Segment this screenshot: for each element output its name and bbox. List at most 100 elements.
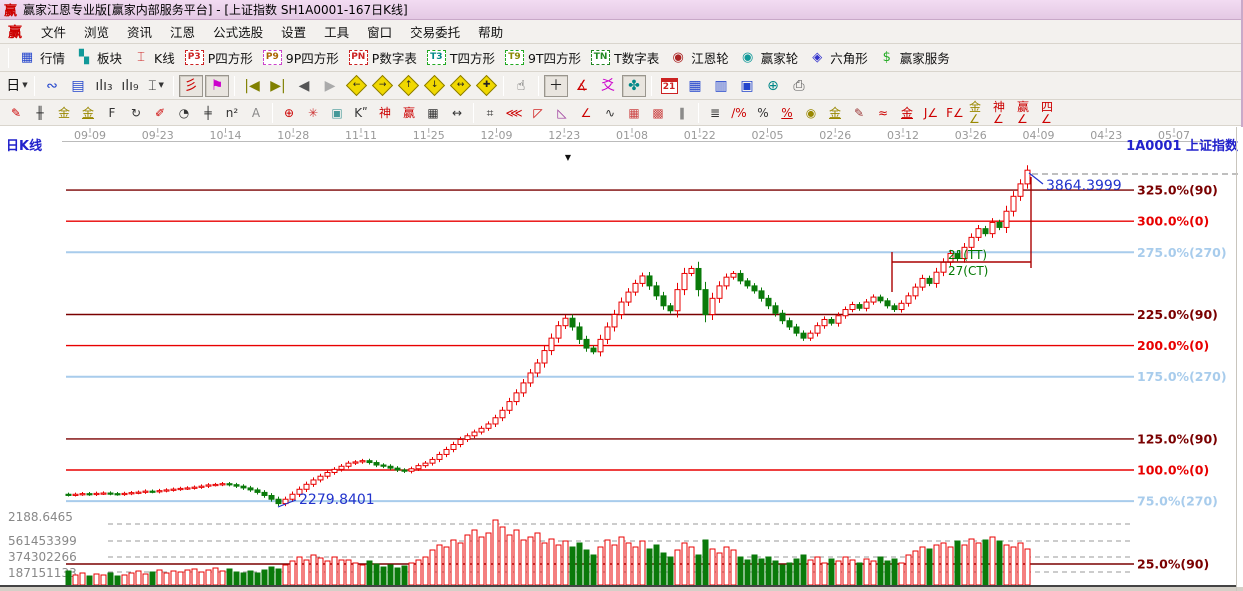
percent-plain-icon[interactable]: % — [752, 103, 774, 123]
flag-marker-icon[interactable]: ⚑ — [205, 75, 229, 97]
zigzag-lines-icon[interactable]: ∿ — [599, 103, 621, 123]
chart-canvas[interactable]: 09-0909-2310-1410-2811-1111-2512-0912-23… — [0, 127, 1243, 591]
gann-wheel-button[interactable]: ◉江恩轮 — [664, 46, 734, 69]
fan-box-2-icon[interactable]: ◺ — [551, 103, 573, 123]
n-squared-icon[interactable]: n² — [221, 103, 243, 123]
diamond-all-icon[interactable]: ✚ — [474, 75, 498, 97]
shen-ruler-icon[interactable]: 神 — [374, 103, 396, 123]
winner-wheel-button[interactable]: ◉赢家轮 — [734, 46, 804, 69]
gold-angle-icon[interactable]: 金∠ — [968, 103, 990, 123]
time-circle-icon[interactable]: ◔ — [173, 103, 195, 123]
pen-target-icon[interactable]: ✐ — [149, 103, 171, 123]
volume-bar — [878, 557, 883, 585]
shen-angle-icon[interactable]: 神∠ — [992, 103, 1014, 123]
ruler-ticks-icon[interactable]: ╫ — [29, 103, 51, 123]
prev-bar-icon[interactable]: ◀ — [292, 75, 316, 97]
star-circle-icon[interactable]: ✳ — [302, 103, 324, 123]
calculator-icon[interactable]: ▦ — [683, 75, 707, 97]
notes-icon[interactable]: ▤ — [66, 75, 90, 97]
last-bar-icon[interactable]: ▶| — [266, 75, 290, 97]
diamond-down-icon[interactable]: ↓ — [422, 75, 446, 97]
volume-bar — [80, 573, 85, 585]
k-mark-icon[interactable]: Kʺ — [350, 103, 372, 123]
gold-red-glyph: 金 — [901, 107, 913, 119]
gold-red-icon[interactable]: 金 — [896, 103, 918, 123]
first-bar-icon[interactable]: |◀ — [240, 75, 264, 97]
pen-ruler-icon[interactable]: ✎ — [848, 103, 870, 123]
fan-lines-icon[interactable]: ⋘ — [503, 103, 525, 123]
hand-tool-icon[interactable]: ☝ — [509, 75, 533, 97]
clover-tool-icon[interactable]: ✤ — [622, 75, 646, 97]
width-arrows-icon[interactable]: ↔ — [446, 103, 468, 123]
menu-item-3[interactable]: 江恩 — [161, 19, 204, 44]
browser-icon[interactable]: ⊕ — [761, 75, 785, 97]
parallel-lines-icon[interactable]: ∥ — [671, 103, 693, 123]
gold-circle-icon[interactable]: ◉ — [800, 103, 822, 123]
hexagon-button[interactable]: ◈六角形 — [803, 46, 873, 69]
notepad-icon[interactable]: ▥ — [709, 75, 733, 97]
spiral-tool-icon[interactable]: ↻ — [125, 103, 147, 123]
save-icon[interactable]: ▣ — [735, 75, 759, 97]
next-bar-icon[interactable]: ▶ — [318, 75, 342, 97]
calendar-icon[interactable]: 21 — [657, 75, 681, 97]
menu-item-5[interactable]: 设置 — [272, 19, 315, 44]
p-number-table-button[interactable]: PNP数字表 — [344, 46, 422, 69]
f-ruler-icon[interactable]: F — [101, 103, 123, 123]
p-square-button[interactable]: P3P四方形 — [180, 46, 258, 69]
percent-slash-icon[interactable]: ∕% — [728, 103, 750, 123]
ying-angle-icon[interactable]: 赢∠ — [1016, 103, 1038, 123]
pattern-draw-icon[interactable]: 彡 — [179, 75, 203, 97]
circle-target-icon[interactable]: ⊕ — [278, 103, 300, 123]
angle-rays-icon[interactable]: ∠ — [575, 103, 597, 123]
bars-9-icon[interactable]: ılı₉ — [118, 75, 142, 97]
kline-button[interactable]: ⌶K线 — [127, 46, 180, 69]
gold-lines-icon[interactable]: 金 — [824, 103, 846, 123]
menu-item-1[interactable]: 浏览 — [75, 19, 118, 44]
menu-item-7[interactable]: 窗口 — [358, 19, 401, 44]
print-icon[interactable]: ⎙ — [787, 75, 811, 97]
t-square-button[interactable]: T3T四方形 — [422, 46, 500, 69]
diamond-left-icon[interactable]: ← — [344, 75, 368, 97]
ruler-ticks-2-icon[interactable]: ╪ — [197, 103, 219, 123]
grid-123-icon[interactable]: ▦ — [422, 103, 444, 123]
text-tool-icon[interactable]: A — [245, 103, 267, 123]
candle-type-dropdown-icon[interactable]: ⌶▼ — [144, 75, 168, 97]
angle-measure-icon[interactable]: ∡ — [570, 75, 594, 97]
box-axes-icon[interactable]: ⌗ — [479, 103, 501, 123]
period-daily-dropdown-icon[interactable]: 日▼ — [5, 75, 29, 97]
wave-fit-icon[interactable]: ≈ — [872, 103, 894, 123]
gold-ruler-1-icon[interactable]: 金 — [53, 103, 75, 123]
diamond-expand-icon[interactable]: ↔ — [448, 75, 472, 97]
pen-tool-icon[interactable]: ✎ — [5, 103, 27, 123]
crosshair-tool-icon[interactable]: ＋ — [544, 75, 568, 97]
grid-target-icon[interactable]: ▣ — [326, 103, 348, 123]
j-angle-icon[interactable]: J∠ — [920, 103, 942, 123]
winner-service-button[interactable]: $赢家服务 — [873, 46, 955, 69]
ying-ruler-icon[interactable]: 赢 — [398, 103, 420, 123]
menu-item-4[interactable]: 公式选股 — [204, 19, 272, 44]
zigzag-pattern-icon[interactable]: ∾ — [40, 75, 64, 97]
menu-item-2[interactable]: 资讯 — [118, 19, 161, 44]
grid-red-icon[interactable]: ▦ — [623, 103, 645, 123]
fan-box-icon[interactable]: ◸ — [527, 103, 549, 123]
grid-red-2-icon[interactable]: ▩ — [647, 103, 669, 123]
four-angle-icon[interactable]: 四∠ — [1040, 103, 1062, 123]
price-scale-icon[interactable]: ≣ — [704, 103, 726, 123]
candle-body — [486, 424, 491, 428]
percent-line-icon[interactable]: % — [776, 103, 798, 123]
gann-shape-icon[interactable]: 爻 — [596, 75, 620, 97]
f-angle-icon[interactable]: F∠ — [944, 103, 966, 123]
quotes-button[interactable]: ▦行情 — [13, 46, 70, 69]
t-number-table-button[interactable]: TNT数字表 — [586, 46, 664, 69]
diamond-up-icon[interactable]: ↑ — [396, 75, 420, 97]
t9-square-button[interactable]: T99T四方形 — [500, 46, 586, 69]
menu-item-6[interactable]: 工具 — [315, 19, 358, 44]
sectors-button[interactable]: ▚板块 — [70, 46, 127, 69]
menu-item-8[interactable]: 交易委托 — [401, 19, 469, 44]
p9-square-button[interactable]: P99P四方形 — [258, 46, 344, 69]
gold-ruler-2-icon[interactable]: 金 — [77, 103, 99, 123]
menu-item-9[interactable]: 帮助 — [469, 19, 512, 44]
bars-3-icon[interactable]: ılı₃ — [92, 75, 116, 97]
menu-item-0[interactable]: 文件 — [32, 19, 75, 44]
diamond-right-icon[interactable]: → — [370, 75, 394, 97]
